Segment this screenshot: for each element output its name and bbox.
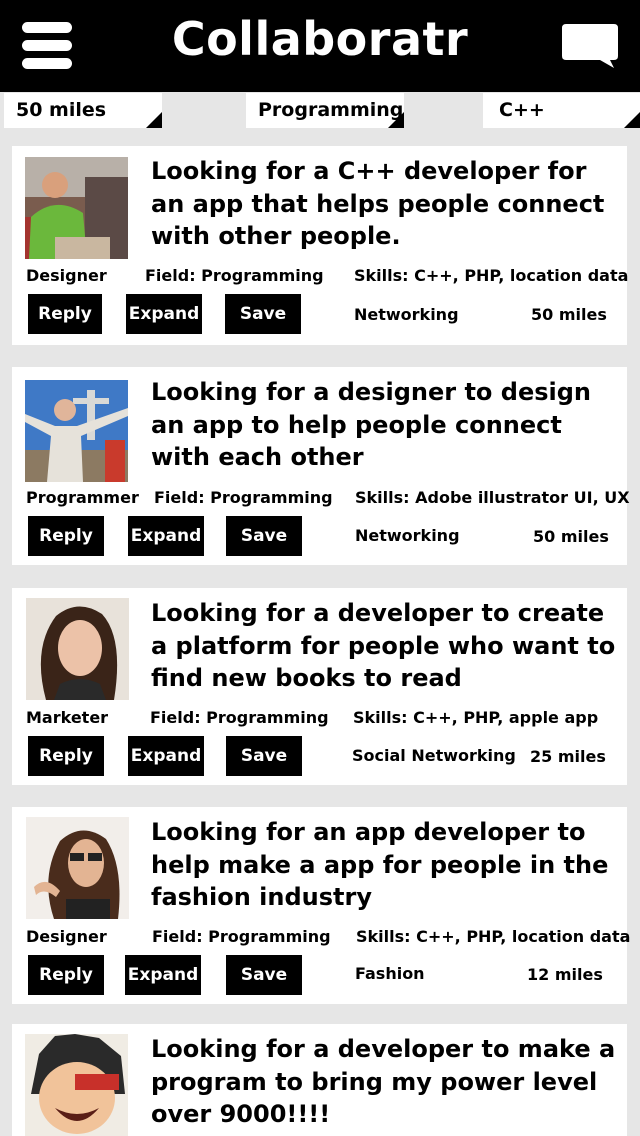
post-title: Looking for a developer to make a progra… — [151, 1035, 616, 1128]
post-field: Field: Programming — [152, 927, 331, 946]
dropdown-corner-icon — [624, 112, 640, 128]
app-title: Collaboratr — [171, 12, 469, 66]
reply-button[interactable]: Reply — [28, 516, 104, 556]
post-role: Programmer — [26, 488, 139, 507]
skill-filter-dropdown[interactable]: C++ — [483, 93, 640, 128]
avatar — [25, 157, 128, 259]
post-category: Networking — [355, 526, 460, 545]
skill-filter-label: C++ — [499, 99, 545, 121]
save-button[interactable]: Save — [226, 516, 302, 556]
post-distance: 25 miles — [530, 747, 606, 766]
post-skills: Skills: C++, PHP, apple app — [353, 708, 599, 727]
expand-button[interactable]: Expand — [125, 955, 201, 995]
reply-button[interactable]: Reply — [28, 294, 102, 334]
avatar — [26, 817, 129, 919]
avatar — [26, 598, 129, 700]
distance-filter-dropdown[interactable]: 50 miles — [4, 93, 162, 128]
post-role: Designer — [26, 927, 107, 946]
reply-button[interactable]: Reply — [28, 736, 104, 776]
expand-button[interactable]: Expand — [126, 294, 202, 334]
avatar — [25, 1034, 128, 1136]
save-button[interactable]: Save — [226, 955, 302, 995]
distance-filter-label: 50 miles — [16, 99, 107, 121]
post-title: Looking for an app developer to help mak… — [151, 818, 609, 911]
post-category: Social Networking — [352, 746, 516, 765]
post-role: Marketer — [26, 708, 109, 727]
expand-button[interactable]: Expand — [128, 516, 204, 556]
post-card[interactable]: Looking for a designer to design an app … — [12, 367, 630, 565]
post-category: Networking — [354, 305, 459, 324]
post-field: Field: Programming — [145, 266, 324, 285]
dropdown-corner-icon — [388, 112, 404, 128]
post-distance: 50 miles — [533, 527, 609, 546]
post-title: Looking for a developer to create a plat… — [151, 599, 616, 692]
avatar — [25, 380, 128, 482]
post-distance: 12 miles — [527, 965, 603, 984]
post-card[interactable]: Looking for an app developer to help mak… — [12, 807, 631, 1004]
save-button[interactable]: Save — [225, 294, 301, 334]
post-skills: Skills: C++, PHP, location data — [354, 266, 629, 285]
chat-bubble-icon[interactable] — [560, 22, 620, 70]
post-category: Fashion — [355, 964, 425, 983]
expand-button[interactable]: Expand — [128, 736, 204, 776]
post-field: Field: Programming — [150, 708, 329, 727]
field-filter-dropdown[interactable]: Programming — [246, 93, 404, 128]
post-title: Looking for a C++ developer for an app t… — [151, 157, 605, 250]
save-button[interactable]: Save — [226, 736, 302, 776]
post-card[interactable]: Looking for a developer to create a plat… — [12, 588, 627, 785]
dropdown-corner-icon — [146, 112, 162, 128]
post-skills: Skills: Adobe illustrator UI, UX — [355, 488, 630, 507]
post-skills: Skills: C++, PHP, location data — [356, 927, 631, 946]
field-filter-label: Programming — [258, 99, 404, 121]
post-card[interactable]: Looking for a developer to make a progra… — [12, 1024, 627, 1136]
app-header: Collaboratr — [0, 0, 640, 92]
reply-button[interactable]: Reply — [28, 955, 104, 995]
post-card[interactable]: Looking for a C++ developer for an app t… — [12, 146, 629, 345]
post-role: Designer — [26, 266, 107, 285]
post-title: Looking for a designer to design an app … — [151, 378, 592, 471]
post-field: Field: Programming — [154, 488, 333, 507]
post-distance: 50 miles — [531, 305, 607, 324]
